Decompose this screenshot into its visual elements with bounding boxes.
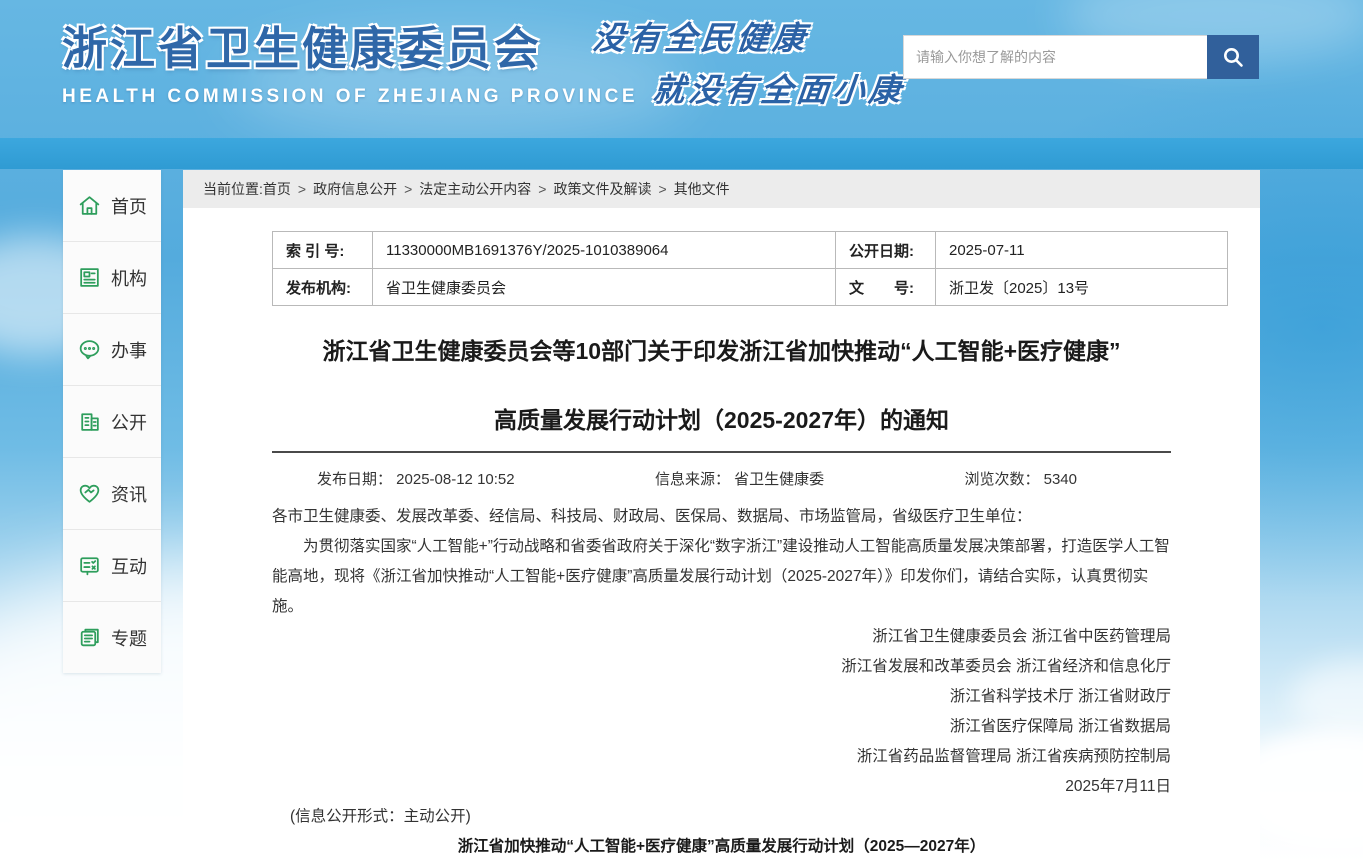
breadcrumb-separator: >	[298, 181, 306, 197]
site-header: 浙江省卫生健康委员会 HEALTH COMMISSION OF ZHEJIANG…	[0, 0, 1363, 138]
org-icon	[77, 265, 102, 290]
paragraph-main: 为贯彻落实国家“人工智能+”行动战略和省委省政府关于深化“数字浙江”建设推动人工…	[272, 532, 1171, 622]
site-search	[903, 35, 1259, 79]
breadcrumb-prefix: 当前位置:	[203, 179, 263, 199]
attachment-title: 浙江省加快推动“人工智能+医疗健康”高质量发展行动计划（2025—2027年）	[272, 832, 1171, 861]
breadcrumb: 当前位置:首页 > 政府信息公开 > 法定主动公开内容 > 政策文件及解读 > …	[183, 170, 1260, 208]
index-number-value: 11330000MB1691376Y/2025-1010389064	[373, 232, 836, 269]
cloud-decoration	[1290, 660, 1363, 740]
document-info-table: 索 引 号: 11330000MB1691376Y/2025-101038906…	[272, 231, 1228, 306]
sidebar-nav: 首页 机构 办事	[63, 170, 161, 673]
meta-source: 信息来源： 省卫生健康委	[655, 468, 824, 489]
signature-line: 浙江省科学技术厅 浙江省财政厅	[272, 682, 1171, 712]
sidebar-item-label: 办事	[111, 337, 147, 363]
table-row: 索 引 号: 11330000MB1691376Y/2025-101038906…	[273, 232, 1228, 269]
meta-publish-date: 发布日期： 2025-08-12 10:52	[317, 468, 515, 489]
health-slogan: 没有全民健康 就没有全面小康	[593, 13, 905, 111]
interact-icon	[77, 553, 102, 578]
service-icon	[77, 337, 102, 362]
breadcrumb-item-policy-docs[interactable]: 政策文件及解读	[553, 179, 651, 199]
sidebar-item-interaction[interactable]: 互动	[63, 530, 161, 602]
title-divider	[272, 451, 1171, 453]
sidebar-item-label: 互动	[111, 553, 147, 579]
title-line-2: 高质量发展行动计划（2025-2027年）的通知	[272, 401, 1171, 435]
topics-icon	[77, 625, 102, 650]
article-body: 各市卫生健康委、发展改革委、经信局、科技局、财政局、医保局、数据局、市场监管局，…	[272, 502, 1171, 622]
sidebar-item-label: 机构	[111, 265, 147, 291]
issuing-agency-label: 发布机构:	[273, 269, 373, 306]
meta-view-count: 浏览次数： 5340	[964, 468, 1077, 489]
article-meta: 发布日期： 2025-08-12 10:52 信息来源： 省卫生健康委 浏览次数…	[272, 468, 1171, 489]
sidebar-item-disclosure[interactable]: 公开	[63, 386, 161, 458]
search-input[interactable]	[903, 35, 1207, 79]
article-content: 索 引 号: 11330000MB1691376Y/2025-101038906…	[183, 231, 1260, 861]
site-logo[interactable]: 浙江省卫生健康委员会 HEALTH COMMISSION OF ZHEJIANG…	[62, 12, 638, 108]
sidebar-item-services[interactable]: 办事	[63, 314, 161, 386]
doc-number-value: 浙卫发〔2025〕13号	[936, 269, 1228, 306]
search-button[interactable]	[1207, 35, 1259, 79]
breadcrumb-separator: >	[538, 181, 546, 197]
disclosure-icon	[77, 409, 102, 434]
sidebar-item-label: 专题	[111, 625, 147, 651]
breadcrumb-item-statutory[interactable]: 法定主动公开内容	[419, 179, 531, 199]
signature-line: 浙江省医疗保障局 浙江省数据局	[272, 712, 1171, 742]
sidebar-item-news[interactable]: 资讯	[63, 458, 161, 530]
disclosure-note: (信息公开形式：主动公开)	[272, 802, 1171, 832]
table-row: 发布机构: 省卫生健康委员会 文 号: 浙卫发〔2025〕13号	[273, 269, 1228, 306]
search-icon	[1221, 45, 1245, 69]
slogan-line-1: 没有全民健康	[591, 13, 908, 59]
sidebar-item-label: 资讯	[111, 481, 147, 507]
paragraph-recipients: 各市卫生健康委、发展改革委、经信局、科技局、财政局、医保局、数据局、市场监管局，…	[272, 502, 1171, 532]
sidebar-item-home[interactable]: 首页	[63, 170, 161, 242]
breadcrumb-separator: >	[658, 181, 666, 197]
content-panel: 当前位置:首页 > 政府信息公开 > 法定主动公开内容 > 政策文件及解读 > …	[183, 170, 1260, 861]
breadcrumb-separator: >	[404, 181, 412, 197]
sidebar-item-topics[interactable]: 专题	[63, 602, 161, 673]
sidebar-item-label: 公开	[111, 409, 147, 435]
signature-line: 浙江省发展和改革委员会 浙江省经济和信息化厅	[272, 652, 1171, 682]
signature-line: 浙江省药品监督管理局 浙江省疾病预防控制局	[272, 742, 1171, 772]
slogan-line-2: 就没有全面小康	[651, 65, 908, 111]
sidebar-item-org[interactable]: 机构	[63, 242, 161, 314]
main-nav-bar	[0, 138, 1363, 169]
signature-date: 2025年7月11日	[272, 772, 1171, 802]
breadcrumb-item-home[interactable]: 首页	[263, 179, 291, 199]
publish-date-label: 公开日期:	[836, 232, 936, 269]
site-title-chinese: 浙江省卫生健康委员会	[62, 12, 638, 77]
page-root: 浙江省卫生健康委员会 HEALTH COMMISSION OF ZHEJIANG…	[0, 0, 1363, 861]
title-line-1: 浙江省卫生健康委员会等10部门关于印发浙江省加快推动“人工智能+医疗健康”	[272, 332, 1171, 366]
home-icon	[77, 193, 102, 218]
breadcrumb-item-other-docs[interactable]: 其他文件	[674, 179, 730, 199]
signature-line: 浙江省卫生健康委员会 浙江省中医药管理局	[272, 622, 1171, 652]
page-title: 浙江省卫生健康委员会等10部门关于印发浙江省加快推动“人工智能+医疗健康” 高质…	[272, 332, 1171, 435]
index-number-label: 索 引 号:	[273, 232, 373, 269]
doc-number-label: 文 号:	[836, 269, 936, 306]
publish-date-value: 2025-07-11	[936, 232, 1228, 269]
sidebar-item-label: 首页	[111, 193, 147, 219]
site-title-english: HEALTH COMMISSION OF ZHEJIANG PROVINCE	[62, 86, 638, 108]
breadcrumb-item-gov-info[interactable]: 政府信息公开	[313, 179, 397, 199]
issuing-agency-value: 省卫生健康委员会	[373, 269, 836, 306]
news-icon	[77, 481, 102, 506]
